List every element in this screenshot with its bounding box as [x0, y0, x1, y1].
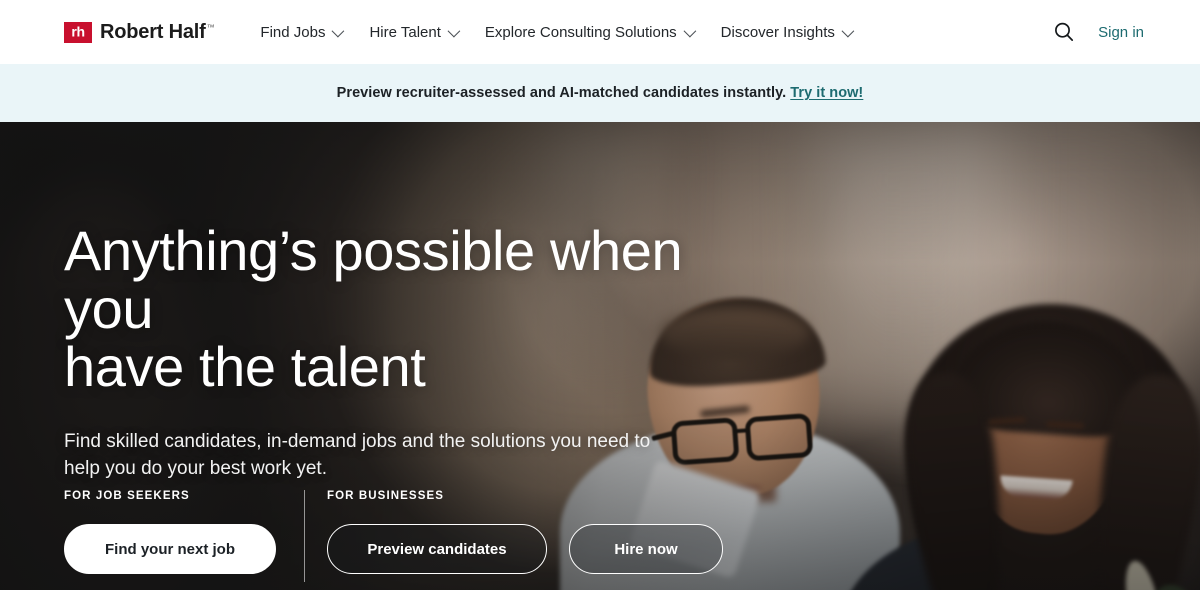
hero-title-line-2: have the talent [64, 335, 426, 399]
chevron-down-icon [841, 24, 855, 37]
promo-banner-link[interactable]: Try it now! [790, 85, 863, 101]
hero-subtitle-line-1: Find skilled candidates, in-demand jobs … [64, 430, 651, 452]
promo-banner: Preview recruiter-assessed and AI-matche… [0, 64, 1200, 122]
hero-subtitle: Find skilled candidates, in-demand jobs … [64, 429, 684, 483]
nav-item-find-jobs[interactable]: Find Jobs [246, 16, 355, 49]
hero-content: Anything’s possible when you have the ta… [0, 122, 1200, 590]
chevron-down-icon [447, 24, 461, 37]
trademark-symbol: ™ [206, 22, 215, 32]
primary-navigation: Find Jobs Hire Talent Explore Consulting… [246, 16, 864, 49]
nav-item-hire-talent[interactable]: Hire Talent [355, 16, 470, 49]
hero-title: Anything’s possible when you have the ta… [64, 219, 704, 399]
nav-item-explore-consulting-solutions[interactable]: Explore Consulting Solutions [471, 16, 707, 49]
site-header: rh Robert Half™ Find Jobs Hire Talent Ex… [0, 0, 1200, 64]
robert-half-logo-icon: rh [64, 21, 92, 43]
nav-item-discover-insights[interactable]: Discover Insights [707, 16, 865, 49]
nav-item-label: Discover Insights [720, 23, 835, 41]
logo-wordmark-text: Robert Half [100, 20, 206, 43]
nav-item-label: Find Jobs [260, 23, 326, 41]
logo[interactable]: rh Robert Half™ [64, 20, 215, 44]
sign-in-link[interactable]: Sign in [1098, 24, 1144, 41]
header-actions: Sign in [1052, 20, 1144, 44]
promo-banner-message: Preview recruiter-assessed and AI-matche… [336, 85, 787, 101]
hero-subtitle-line-2: help you do your best work yet. [64, 457, 327, 479]
hero-title-line-1: Anything’s possible when you [64, 219, 683, 341]
hero-section: Anything’s possible when you have the ta… [0, 122, 1200, 590]
nav-item-label: Explore Consulting Solutions [484, 23, 677, 41]
search-icon[interactable] [1052, 20, 1076, 44]
nav-item-label: Hire Talent [369, 23, 441, 41]
chevron-down-icon [332, 24, 345, 37]
logo-wordmark: Robert Half™ [100, 20, 215, 44]
logo-mark-text: rh [71, 23, 85, 40]
chevron-down-icon [683, 24, 696, 37]
promo-banner-content: Preview recruiter-assessed and AI-matche… [337, 85, 864, 101]
